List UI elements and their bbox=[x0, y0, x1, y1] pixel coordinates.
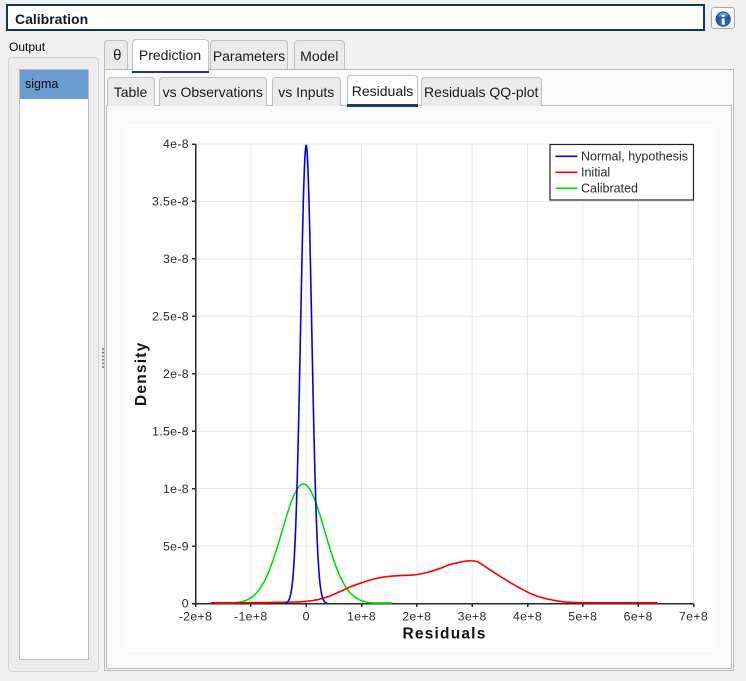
svg-text:1e-8: 1e-8 bbox=[163, 482, 189, 496]
svg-text:4e+8: 4e+8 bbox=[513, 610, 542, 624]
svg-text:Normal, hypothesis: Normal, hypothesis bbox=[581, 150, 688, 164]
svg-text:3e+8: 3e+8 bbox=[458, 610, 487, 624]
svg-text:Density: Density bbox=[133, 342, 150, 406]
svg-text:3e-8: 3e-8 bbox=[163, 252, 189, 266]
svg-text:3.5e-8: 3.5e-8 bbox=[152, 195, 189, 209]
svg-text:6e+8: 6e+8 bbox=[624, 610, 653, 624]
svg-text:2.5e-8: 2.5e-8 bbox=[152, 310, 189, 324]
svg-text:2e+8: 2e+8 bbox=[402, 610, 431, 624]
svg-text:0: 0 bbox=[182, 597, 189, 611]
svg-text:1e+8: 1e+8 bbox=[347, 610, 376, 624]
svg-text:7e+8: 7e+8 bbox=[679, 610, 708, 624]
svg-text:1.5e-8: 1.5e-8 bbox=[152, 424, 189, 438]
svg-text:2e-8: 2e-8 bbox=[163, 367, 189, 381]
svg-text:Calibrated: Calibrated bbox=[581, 182, 638, 196]
svg-text:0: 0 bbox=[303, 610, 310, 624]
svg-text:Initial: Initial bbox=[581, 166, 610, 180]
svg-text:Residuals: Residuals bbox=[402, 626, 486, 643]
svg-text:5e+8: 5e+8 bbox=[568, 610, 597, 624]
svg-text:4e-8: 4e-8 bbox=[163, 137, 189, 151]
svg-text:5e-9: 5e-9 bbox=[163, 539, 189, 553]
svg-text:-1e+8: -1e+8 bbox=[234, 610, 268, 624]
svg-text:-2e+8: -2e+8 bbox=[179, 610, 213, 624]
